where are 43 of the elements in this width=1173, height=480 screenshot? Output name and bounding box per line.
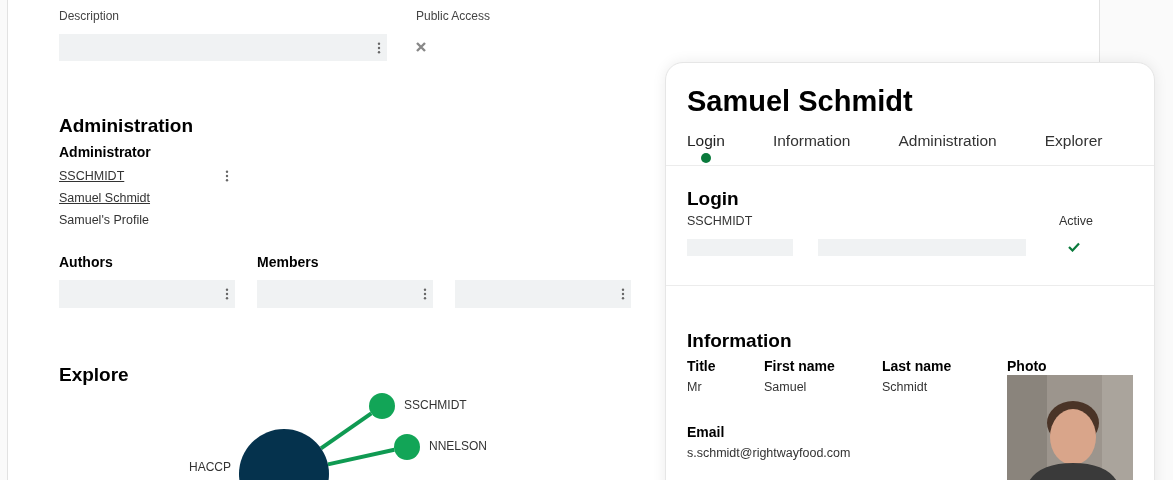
field-label: Photo (1007, 358, 1047, 374)
email-text: s.schmidt@rightwayfood.com (687, 446, 851, 460)
tab[interactable]: Explorer (1044, 131, 1103, 163)
field-label: First name (764, 358, 835, 374)
node-label: SSCHMIDT (404, 398, 467, 412)
tab[interactable]: Information (772, 131, 851, 163)
field-label: Active (1058, 214, 1093, 228)
section-heading: Information (687, 329, 792, 352)
input-field[interactable] (455, 280, 631, 308)
field-label: Authors (59, 254, 114, 270)
more-icon[interactable] (225, 170, 229, 182)
input-field[interactable] (59, 280, 235, 308)
field-value: Samuel (764, 380, 807, 394)
input-field[interactable] (257, 280, 433, 308)
field-value: Schmidt (882, 380, 928, 394)
username-text: SSCHMIDT (687, 214, 753, 228)
section-heading: Explore (59, 364, 129, 386)
field-label: Members (257, 254, 319, 270)
description-field[interactable] (59, 34, 387, 61)
field-label: Administrator (59, 144, 151, 160)
more-icon[interactable] (423, 288, 427, 300)
graph-node[interactable] (394, 434, 420, 460)
more-icon[interactable] (225, 288, 229, 300)
field-label: Description (59, 9, 120, 25)
section-heading: Administration (59, 115, 194, 137)
field-label: Email (687, 424, 725, 440)
node-label: NNELSON (429, 439, 487, 453)
field-label: Public Access (416, 9, 491, 25)
profile-text: Samuel's Profile (59, 212, 149, 229)
graph-node[interactable] (369, 393, 395, 419)
field-value: Mr (687, 380, 702, 394)
card-title: Samuel Schmidt (687, 84, 914, 119)
node-label: HACCP (189, 460, 231, 474)
login-link[interactable]: SSCHMIDT (59, 169, 125, 183)
tab[interactable]: Login (687, 131, 725, 163)
name-link[interactable]: Samuel Schmidt (59, 191, 150, 205)
more-icon[interactable] (377, 41, 381, 54)
tab[interactable]: Administration (898, 131, 997, 163)
hub-node[interactable] (239, 429, 329, 480)
more-icon[interactable] (621, 288, 625, 300)
field-label: Title (687, 358, 716, 374)
section-heading: Login (687, 187, 739, 210)
field-label: Last name (882, 358, 952, 374)
